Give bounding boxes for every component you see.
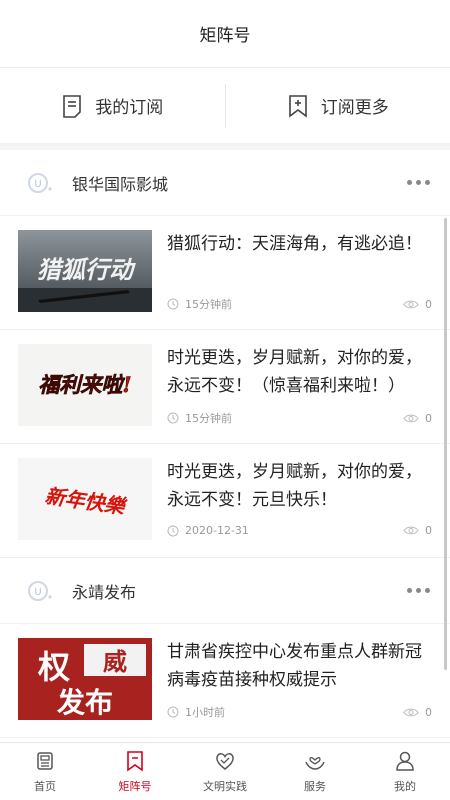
article-thumbnail: 福利来啦! bbox=[18, 344, 152, 426]
subscribe-more-button[interactable]: 订阅更多 bbox=[226, 93, 450, 118]
article-thumbnail: 新年快樂 bbox=[18, 458, 152, 540]
article-item[interactable]: 福利来啦! 时光更迭，岁月赋新，对你的爱，永远不变！（惊喜福利来啦！） 15分钟… bbox=[0, 330, 450, 444]
tab-label: 矩阵号 bbox=[118, 779, 152, 793]
scrollbar-thumb[interactable] bbox=[444, 218, 447, 670]
subscription-bar: 我的订阅 订阅更多 bbox=[0, 68, 450, 144]
hands-icon bbox=[305, 756, 325, 770]
heart-icon bbox=[216, 752, 234, 770]
article-time: 15分钟前 bbox=[185, 298, 232, 311]
article-time: 1小时前 bbox=[185, 706, 225, 719]
article-info: 猎狐行动：天涯海角，有逃必追！ 15分钟前 0 bbox=[167, 230, 432, 329]
svg-text:威: 威 bbox=[103, 647, 127, 676]
tab-label: 服务 bbox=[304, 779, 326, 793]
bookmark-icon bbox=[127, 750, 143, 772]
list-doc-icon bbox=[63, 94, 82, 118]
my-subscriptions-label: 我的订阅 bbox=[95, 98, 164, 118]
view-count: 0 bbox=[425, 524, 432, 537]
tab-mine[interactable]: 我的 bbox=[360, 743, 450, 800]
svg-text:福利来啦!: 福利来啦! bbox=[38, 372, 131, 397]
app-screen: 矩阵号 我的订阅 订阅更多 U 银华国际影城 猎狐行动 猎狐行动：天涯海角，有逃… bbox=[0, 0, 450, 800]
tab-matrix[interactable]: 矩阵号 bbox=[90, 743, 180, 800]
view-count: 0 bbox=[425, 705, 432, 719]
eye-icon bbox=[403, 708, 419, 716]
my-subscriptions-button[interactable]: 我的订阅 bbox=[0, 93, 225, 118]
article-item[interactable]: 猎狐行动 猎狐行动：天涯海角，有逃必追！ 15分钟前 0 bbox=[0, 216, 450, 330]
more-options-icon[interactable] bbox=[407, 588, 430, 593]
view-count: 0 bbox=[425, 297, 432, 311]
bottom-tab-bar: 首页 矩阵号 文明实践 服务 我的 bbox=[0, 742, 450, 800]
article-meta: 1小时前 0 bbox=[167, 704, 432, 720]
home-icon bbox=[37, 751, 53, 770]
tab-home[interactable]: 首页 bbox=[0, 743, 90, 800]
article-title: 甘肃省疾控中心发布重点人群新冠病毒疫苗接种权威提示 bbox=[167, 642, 422, 690]
channel-header[interactable]: U 银华国际影城 bbox=[0, 150, 450, 216]
article-meta: 15分钟前 0 bbox=[167, 410, 432, 426]
article-info: 时光更迭，岁月赋新，对你的爱，永远不变！元旦快乐！ 2020-12-31 0 bbox=[167, 458, 432, 557]
channel-header[interactable]: U 永靖发布 bbox=[0, 558, 450, 624]
channel-name: 银华国际影城 bbox=[72, 174, 169, 194]
svg-text:权: 权 bbox=[37, 648, 70, 686]
top-bar: 矩阵号 bbox=[0, 0, 450, 68]
page-title: 矩阵号 bbox=[199, 26, 251, 46]
tab-services[interactable]: 服务 bbox=[270, 743, 360, 800]
article-thumbnail: 猎狐行动 bbox=[18, 230, 152, 312]
article-thumbnail: 权 威 发布 bbox=[18, 638, 152, 720]
article-title: 时光更迭，岁月赋新，对你的爱，永远不变！元旦快乐！ bbox=[167, 462, 422, 510]
svg-text:发布: 发布 bbox=[56, 686, 113, 719]
tab-label: 我的 bbox=[394, 779, 416, 793]
content-feed[interactable]: U 银华国际影城 猎狐行动 猎狐行动：天涯海角，有逃必追！ 15分钟前 0 福利… bbox=[0, 150, 450, 742]
article-time: 15分钟前 bbox=[185, 412, 232, 425]
svg-text:U: U bbox=[34, 587, 41, 598]
article-title: 时光更迭，岁月赋新，对你的爱，永远不变！（惊喜福利来啦！） bbox=[167, 348, 422, 396]
clock-icon bbox=[167, 412, 179, 424]
article-title: 猎狐行动：天涯海角，有逃必追！ bbox=[167, 234, 422, 254]
eye-icon bbox=[403, 526, 419, 535]
clock-icon bbox=[167, 525, 179, 536]
view-count: 0 bbox=[425, 411, 432, 425]
more-options-icon[interactable] bbox=[407, 180, 430, 185]
eye-icon bbox=[403, 300, 419, 308]
tab-civilization-practice[interactable]: 文明实践 bbox=[180, 743, 270, 800]
clock-icon bbox=[167, 706, 179, 718]
article-item[interactable]: 新年快樂 时光更迭，岁月赋新，对你的爱，永远不变！元旦快乐！ 2020-12-3… bbox=[0, 444, 450, 558]
article-meta: 2020-12-31 0 bbox=[167, 524, 432, 537]
eye-icon bbox=[403, 414, 419, 422]
channel-logo-icon: U bbox=[28, 580, 52, 601]
article-info: 甘肃省疾控中心发布重点人群新冠病毒疫苗接种权威提示 1小时前 0 bbox=[167, 638, 432, 737]
svg-text:U: U bbox=[34, 179, 41, 190]
article-item[interactable]: 权 威 发布 甘肃省疾控中心发布重点人群新冠病毒疫苗接种权威提示 1小时前 0 bbox=[0, 624, 450, 738]
article-time: 2020-12-31 bbox=[185, 524, 249, 537]
svg-text:猎狐行动: 猎狐行动 bbox=[37, 255, 136, 284]
article-meta: 15分钟前 0 bbox=[167, 296, 432, 312]
channel-name: 永靖发布 bbox=[72, 582, 137, 602]
tab-label: 文明实践 bbox=[203, 779, 247, 793]
clock-icon bbox=[167, 298, 179, 310]
bookmark-plus-icon bbox=[288, 94, 307, 118]
subscribe-more-label: 订阅更多 bbox=[320, 98, 389, 118]
channel-logo-icon: U bbox=[28, 172, 52, 193]
tab-label: 首页 bbox=[34, 779, 56, 793]
user-icon bbox=[396, 751, 414, 771]
article-info: 时光更迭，岁月赋新，对你的爱，永远不变！（惊喜福利来啦！） 15分钟前 0 bbox=[167, 344, 432, 443]
